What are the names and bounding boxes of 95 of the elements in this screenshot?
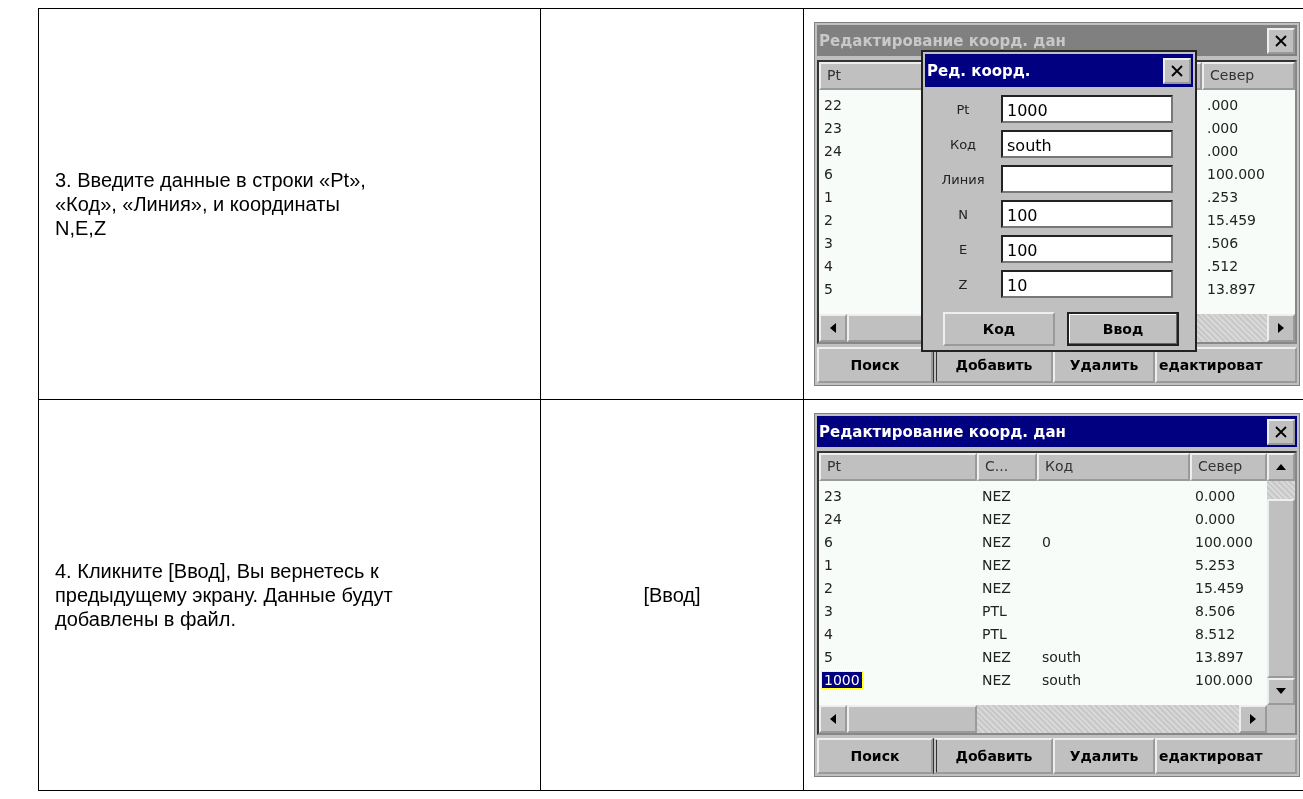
- list-cell: 5.253: [1195, 556, 1236, 573]
- list-cell: .512: [1207, 257, 1239, 274]
- list-cell[interactable]: 4: [824, 257, 833, 274]
- dialog-title: Ред. коорд.: [927, 61, 1031, 80]
- left-arrow-icon: [830, 323, 836, 333]
- column-header[interactable]: С...: [977, 453, 1037, 481]
- list-cell: .000: [1207, 119, 1239, 136]
- list-cell: .506: [1207, 234, 1239, 251]
- list-cell[interactable]: 1: [824, 188, 833, 205]
- list-cell: 15.459: [1207, 211, 1256, 228]
- list-cell: 0: [1042, 533, 1051, 550]
- right-arrow-icon: [1250, 714, 1256, 724]
- close-button[interactable]: [1267, 418, 1295, 445]
- up-arrow-icon: [1276, 463, 1286, 470]
- window-title: Редактирование коорд. дан: [819, 422, 1066, 441]
- toolbar-button[interactable]: Поиск: [817, 347, 933, 383]
- list-cell[interactable]: 24: [824, 142, 842, 159]
- scrollbar-thumb[interactable]: [847, 705, 977, 733]
- input-field[interactable]: 100: [1001, 235, 1173, 263]
- input-field[interactable]: [1001, 165, 1173, 193]
- list-cell[interactable]: 24: [824, 510, 842, 527]
- list-cell: south: [1042, 648, 1082, 665]
- list-cell[interactable]: 6: [824, 165, 833, 182]
- dialog-button[interactable]: Код: [943, 312, 1055, 346]
- list-cell: NEZ: [982, 579, 1011, 596]
- column-header[interactable]: Pt: [819, 453, 977, 481]
- list-cell[interactable]: 2: [824, 579, 833, 596]
- list-cell[interactable]: 22: [824, 96, 842, 113]
- list-cell: 8.512: [1195, 625, 1236, 642]
- input-field[interactable]: 10: [1001, 270, 1173, 298]
- vertical-scrollbar[interactable]: [1267, 453, 1295, 705]
- close-icon: [1275, 425, 1287, 438]
- list-cell: PTL: [982, 625, 1007, 642]
- list-cell[interactable]: 5: [824, 648, 833, 665]
- list-cell[interactable]: 4: [824, 625, 833, 642]
- toolbar-button[interactable]: едактироват: [1155, 738, 1297, 774]
- list-cell[interactable]: 23: [824, 487, 842, 504]
- input-field[interactable]: 100: [1001, 200, 1173, 228]
- dialog-button[interactable]: Ввод: [1067, 312, 1179, 346]
- column-header[interactable]: Север: [1202, 62, 1295, 90]
- list-cell[interactable]: 1: [824, 556, 833, 573]
- field-label: Pt: [955, 101, 971, 117]
- field-label: Код: [948, 136, 978, 152]
- list-cell[interactable]: 5: [824, 280, 833, 297]
- list-cell: 100.000: [1195, 533, 1253, 550]
- column-header[interactable]: Код: [1037, 453, 1190, 481]
- scrollbar-corner: [1267, 705, 1295, 733]
- close-button[interactable]: [1163, 57, 1191, 84]
- field-label: Линия: [940, 171, 986, 187]
- action-label: [Ввод]: [643, 583, 701, 607]
- list-cell: 13.897: [1207, 280, 1256, 297]
- list-cell: .000: [1207, 142, 1239, 159]
- toolbar-button[interactable]: Добавить: [933, 738, 1053, 774]
- close-icon: [1171, 64, 1183, 77]
- list-cell: NEZ: [982, 648, 1011, 665]
- list-cell: 8.506: [1195, 602, 1236, 619]
- list-cell[interactable]: 2: [824, 211, 833, 228]
- list-cell: .253: [1207, 188, 1239, 205]
- right-arrow-icon: [1278, 323, 1284, 333]
- field-label: N: [957, 206, 969, 222]
- close-icon: [1275, 34, 1287, 47]
- input-field[interactable]: 1000: [1001, 95, 1173, 123]
- scrollbar-thumb[interactable]: [1267, 498, 1295, 678]
- field-label: Z: [957, 276, 969, 292]
- horizontal-scrollbar[interactable]: [819, 705, 1295, 733]
- list-cell: 15.459: [1195, 579, 1244, 596]
- toolbar-button[interactable]: Поиск: [817, 738, 933, 774]
- list-cell: PTL: [982, 602, 1007, 619]
- list-cell: .000: [1207, 96, 1239, 113]
- list-cell: 100.000: [1207, 165, 1265, 182]
- list-cell[interactable]: 3: [824, 234, 833, 251]
- list-cell: 0.000: [1195, 487, 1236, 504]
- list-cell[interactable]: 3: [824, 602, 833, 619]
- list-cell: NEZ: [982, 510, 1011, 527]
- list-cell: NEZ: [982, 533, 1011, 550]
- list-cell[interactable]: 23: [824, 119, 842, 136]
- list-cell: NEZ: [982, 487, 1011, 504]
- window-title: Редактирование коорд. дан: [819, 31, 1066, 50]
- instruction-text: 4. Кликните [Ввод], Вы вернетесь к предыдущему экрану. Данные будут добавлены в файл.: [55, 559, 393, 631]
- list-cell: south: [1042, 671, 1082, 688]
- column-header[interactable]: Север: [1190, 453, 1267, 481]
- list-cell[interactable]: 1000: [822, 671, 862, 688]
- list-cell: 13.897: [1195, 648, 1244, 665]
- list-cell: 100.000: [1195, 671, 1253, 688]
- down-arrow-icon: [1276, 688, 1286, 695]
- list-cell: 0.000: [1195, 510, 1236, 527]
- input-field[interactable]: south: [1001, 130, 1173, 158]
- list-cell: NEZ: [982, 671, 1011, 688]
- instruction-text: 3. Введите данные в строки «Pt», «Код», «Линия», и координаты N,E,Z: [55, 168, 366, 240]
- toolbar-button[interactable]: Удалить: [1053, 738, 1155, 774]
- toolbar-button[interactable]: едактироват: [1155, 347, 1297, 383]
- list-cell[interactable]: 6: [824, 533, 833, 550]
- list-cell: NEZ: [982, 556, 1011, 573]
- field-label: E: [957, 241, 969, 257]
- left-arrow-icon: [830, 714, 836, 724]
